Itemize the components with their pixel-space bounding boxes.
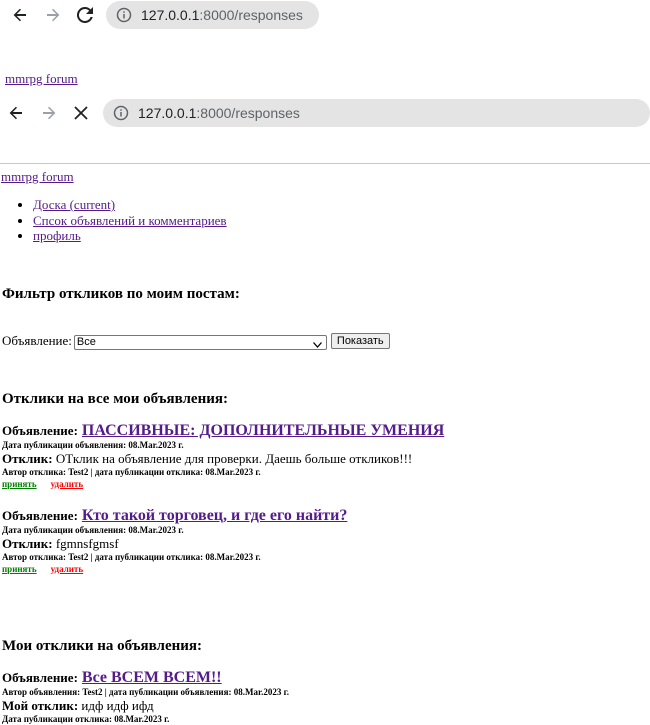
divider [0, 163, 650, 164]
address-bar[interactable]: 127.0.0.1:8000/responses [103, 99, 650, 127]
ad-meta: Автор объявления: Test2 | дата публикаци… [2, 687, 289, 697]
site-brand-link-top[interactable]: mmrpg forum [5, 71, 78, 87]
ad-date: Дата публикации объявления: 08.Mar.2023 … [2, 525, 184, 535]
browser-toolbar: 127.0.0.1:8000/responses [0, 98, 650, 128]
accept-link[interactable]: принять [2, 479, 37, 489]
ad-title-link[interactable]: Кто такой торговец, и где его найти? [82, 507, 347, 524]
filter-heading: Фильтр откликов по моим постам: [2, 286, 240, 302]
delete-link[interactable]: удалить [51, 479, 83, 489]
ad-label: Объявление: [2, 670, 78, 685]
response-card: Объявление: Кто такой торговец, и где ег… [2, 507, 642, 575]
info-icon[interactable] [113, 105, 129, 121]
my-response-card: Объявление: Все ВСЕМ ВСЕМ!! Автор объявл… [2, 669, 642, 725]
my-response-label: Мой отклик: [2, 698, 79, 713]
ad-label: Объявление: [2, 508, 78, 523]
ad-title-link[interactable]: ПАССИВНЫЕ: ДОПОЛНИТЕЛЬНЫЕ УМЕНИЯ [82, 422, 444, 439]
ad-date: Дата публикации объявления: 08.Mar.2023 … [2, 440, 184, 450]
nav-item-profile: профиль [33, 228, 227, 244]
info-icon[interactable] [116, 7, 132, 23]
stop-loading-icon[interactable] [69, 101, 93, 125]
nav-item-ads-list: Спсок объявлений и комментариев [33, 213, 227, 229]
url-path: :8000/responses [196, 105, 300, 121]
browser-toolbar-top: 127.0.0.1:8000/responses [0, 1, 650, 31]
reload-icon[interactable] [73, 3, 97, 27]
response-label: Отклик: [2, 536, 53, 551]
my-responses-heading: Мои отклики на объявления: [2, 638, 203, 654]
response-meta: Автор отклика: Test2 | дата публикации о… [2, 467, 261, 477]
back-arrow-icon[interactable] [4, 101, 28, 125]
nav-link-ads-list[interactable]: Спсок объявлений и комментариев [33, 213, 227, 228]
response-text: ОТклик на объявление для проверки. Даешь… [55, 451, 413, 466]
url-host: 127.0.0.1 [141, 7, 200, 23]
filter-form: Объявление: Все Показать [2, 333, 390, 350]
url-host: 127.0.0.1 [138, 105, 197, 121]
my-response-date: Дата публикации отклика: 08.Mar.2023 г. [2, 714, 170, 724]
delete-link[interactable]: удалить [51, 564, 83, 574]
nav-link-board[interactable]: Доска (current) [33, 197, 115, 212]
address-bar-top[interactable]: 127.0.0.1:8000/responses [106, 1, 319, 29]
accept-link[interactable]: принять [2, 564, 37, 574]
show-button[interactable]: Показать [330, 333, 390, 350]
nav-item-board: Доска (current) [33, 197, 227, 213]
my-response-text: идф идф ифд [81, 698, 154, 713]
forward-arrow-icon[interactable] [41, 3, 65, 27]
forward-arrow-icon[interactable] [37, 101, 61, 125]
responses-heading: Отклики на все мои объявления: [2, 391, 228, 407]
response-label: Отклик: [2, 451, 53, 466]
response-text: fgmnsfgmsf [55, 536, 119, 551]
url-path: :8000/responses [199, 7, 303, 23]
main-nav: Доска (current) Спсок объявлений и комме… [0, 197, 227, 244]
nav-link-profile[interactable]: профиль [33, 228, 81, 243]
filter-label: Объявление: [2, 333, 72, 349]
response-meta: Автор отклика: Test2 | дата публикации о… [2, 552, 261, 562]
ad-title-link[interactable]: Все ВСЕМ ВСЕМ!! [82, 669, 222, 686]
response-card: Объявление: ПАССИВНЫЕ: ДОПОЛНИТЕЛЬНЫЕ УМ… [2, 422, 642, 490]
site-brand-link[interactable]: mmrpg forum [1, 169, 74, 185]
back-arrow-icon[interactable] [8, 3, 32, 27]
ad-select[interactable]: Все [73, 334, 327, 350]
ad-label: Объявление: [2, 423, 78, 438]
ad-select-wrapper: Все [72, 333, 331, 350]
